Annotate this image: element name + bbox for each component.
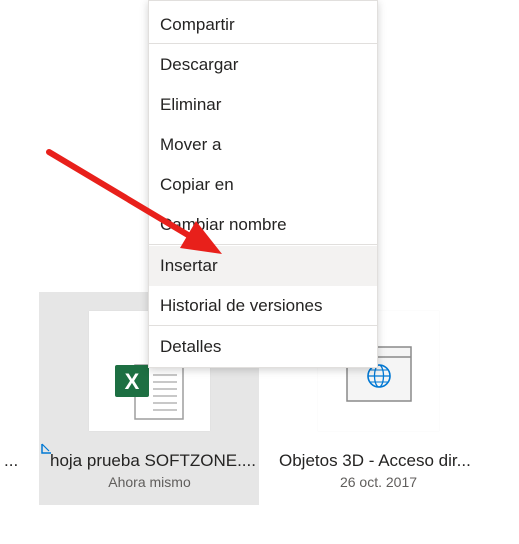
file-name-truncated[interactable]: ... (4, 451, 18, 471)
menu-item-eliminar[interactable]: Eliminar (149, 85, 377, 125)
menu-item-descargar[interactable]: Descargar (149, 45, 377, 85)
menu-item-insertar[interactable]: Insertar (149, 246, 377, 286)
file-name-shortcut[interactable]: Objetos 3D - Acceso dir... (279, 451, 471, 471)
menu-item-historial-de-versiones[interactable]: Historial de versiones (149, 286, 377, 326)
file-date-shortcut: 26 oct. 2017 (339, 474, 418, 490)
menu-item-copiar-en[interactable]: Copiar en (149, 165, 377, 205)
menu-item-compartir[interactable]: Compartir (149, 5, 377, 45)
menu-item-mover-a[interactable]: Mover a (149, 125, 377, 165)
file-name-excel[interactable]: hoja prueba SOFTZONE.... (50, 451, 256, 471)
svg-text:X: X (125, 369, 140, 394)
menu-separator (149, 43, 377, 44)
file-date-excel: Ahora mismo (108, 474, 191, 490)
context-menu: Compartir Descargar Eliminar Mover a Cop… (148, 0, 378, 368)
menu-item-detalles[interactable]: Detalles (149, 327, 377, 367)
menu-separator (149, 325, 377, 326)
menu-item-cambiar-nombre[interactable]: Cambiar nombre (149, 205, 377, 245)
menu-separator (149, 244, 377, 245)
